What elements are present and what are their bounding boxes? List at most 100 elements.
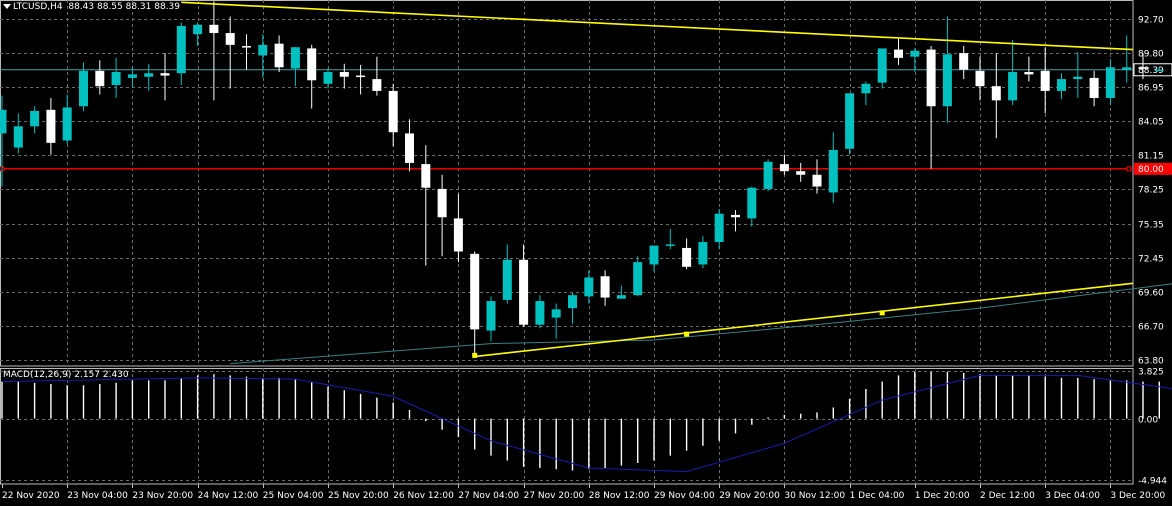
chart-canvas[interactable]: 92.70 89.80 86.95 84.05 81.15 78.25 75.35 72.45…: [0, 0, 1172, 506]
bull-candle: [877, 48, 887, 83]
price-tick-label: 78.25: [1138, 186, 1164, 196]
macd-values: 2.157 2.430: [74, 370, 129, 380]
time-tick-label: 25 Nov 04:00: [263, 491, 324, 501]
bull-candle: [30, 110, 40, 127]
bull-candle: [714, 213, 724, 243]
bear-candle: [274, 43, 284, 68]
bull-candle: [1073, 76, 1083, 80]
time-tick-label: 30 Nov 12:00: [784, 491, 845, 501]
time-tick-label: 27 Nov 20:00: [524, 491, 585, 501]
bull-candle: [79, 70, 88, 107]
bull-candle: [258, 44, 268, 56]
triangle-down-icon[interactable]: [3, 4, 11, 9]
bull-candle: [1008, 72, 1018, 101]
bear-candle: [405, 133, 414, 163]
bull-candle: [616, 295, 626, 299]
bull-candle: [111, 72, 121, 86]
price-tick-label: 89.80: [1138, 50, 1164, 60]
price-tick-label: 63.80: [1138, 357, 1164, 367]
bear-candle: [682, 247, 692, 267]
bull-candle: [942, 54, 952, 107]
bull-candle: [861, 83, 871, 94]
bear-candle: [1040, 70, 1050, 91]
trendline: [474, 282, 1134, 358]
bull-candle: [1057, 79, 1066, 91]
bull-candle: [551, 309, 561, 318]
bull-candle: [13, 126, 23, 148]
bull-candle: [910, 50, 920, 57]
time-tick-label: 24 Nov 12:00: [198, 491, 259, 501]
bull-candle: [747, 187, 757, 219]
time-tick-label: 23 Nov 20:00: [132, 491, 193, 501]
level-handle: [1126, 166, 1132, 172]
bear-candle: [225, 33, 235, 45]
bull-candle: [1154, 69, 1164, 72]
time-tick-label: 25 Nov 20:00: [328, 491, 389, 501]
symbol-label: LTCUSD,H4: [13, 2, 63, 12]
time-tick-label: 3 Dec 04:00: [1045, 491, 1100, 501]
bear-candle: [959, 53, 969, 70]
bear-candle: [95, 70, 105, 87]
trendline-anchor: [472, 352, 478, 358]
bear-candle: [600, 276, 610, 298]
bear-candle: [372, 79, 382, 91]
bear-candle: [356, 75, 366, 78]
bear-candle: [421, 164, 431, 188]
price-tick-label: 69.60: [1138, 289, 1164, 299]
bear-candle: [437, 188, 447, 218]
time-tick-label: 3 Dec 20:00: [1110, 491, 1165, 501]
bear-candle: [242, 46, 251, 48]
trendline-anchor: [684, 331, 690, 337]
bull-candle: [633, 262, 643, 296]
bear-candle: [339, 72, 349, 77]
bear-candle: [470, 253, 480, 330]
bull-candle: [144, 73, 154, 77]
bear-candle: [812, 174, 822, 187]
bear-candle: [160, 73, 170, 76]
bull-candle: [176, 25, 186, 74]
macd-tick-label: 3.825: [1138, 368, 1164, 378]
bear-candle: [894, 49, 903, 58]
bull-candle: [763, 161, 773, 189]
price-tick-label: 81.15: [1138, 152, 1164, 162]
time-tick-label: 26 Nov 12:00: [393, 491, 454, 501]
bear-candle: [1024, 72, 1034, 75]
ohlc-readout: 88.43 88.55 88.31 88.39: [68, 2, 181, 12]
bear-candle: [975, 70, 985, 87]
trendline: [181, 1, 1134, 51]
bear-candle: [46, 109, 56, 143]
bull-candle: [535, 301, 545, 325]
macd-tick-label: -4.944: [1138, 477, 1167, 487]
bear-candle: [209, 24, 219, 34]
macd-header: MACD(12,26,9) 2.157 2.430: [3, 370, 129, 380]
time-tick-label: 27 Nov 04:00: [458, 491, 519, 501]
bull-candle: [845, 93, 855, 149]
bear-candle: [796, 171, 806, 175]
time-tick-label: 29 Nov 20:00: [719, 491, 780, 501]
price-tick-label: 84.05: [1138, 118, 1164, 128]
bull-candle: [698, 242, 708, 265]
bear-candle: [926, 49, 936, 107]
bear-candle: [779, 164, 789, 172]
chart-header: LTCUSD,H4 88.43 88.55 88.31 88.39: [3, 2, 180, 12]
time-tick-label: 22 Nov 2020: [2, 491, 60, 501]
bull-candle: [665, 244, 675, 246]
bear-candle: [388, 90, 398, 133]
bull-candle: [1122, 67, 1132, 70]
bear-candle: [453, 218, 463, 252]
price-tick-label: 86.95: [1138, 84, 1164, 94]
time-tick-label: 1 Dec 04:00: [850, 491, 905, 501]
price-tick-label: 75.35: [1138, 221, 1164, 231]
bear-candle: [1089, 77, 1099, 98]
bull-candle: [828, 149, 838, 193]
bull-candle: [568, 295, 577, 309]
level-price-label: 80.00: [1138, 165, 1164, 175]
bear-candle: [731, 214, 740, 218]
bear-candle: [519, 259, 529, 325]
price-tick-label: 72.45: [1138, 255, 1164, 265]
bull-candle: [649, 245, 659, 265]
bear-candle: [991, 86, 1001, 101]
price-tick-label: 92.70: [1138, 16, 1164, 26]
bull-candle: [323, 72, 333, 84]
bull-candle: [584, 277, 594, 297]
